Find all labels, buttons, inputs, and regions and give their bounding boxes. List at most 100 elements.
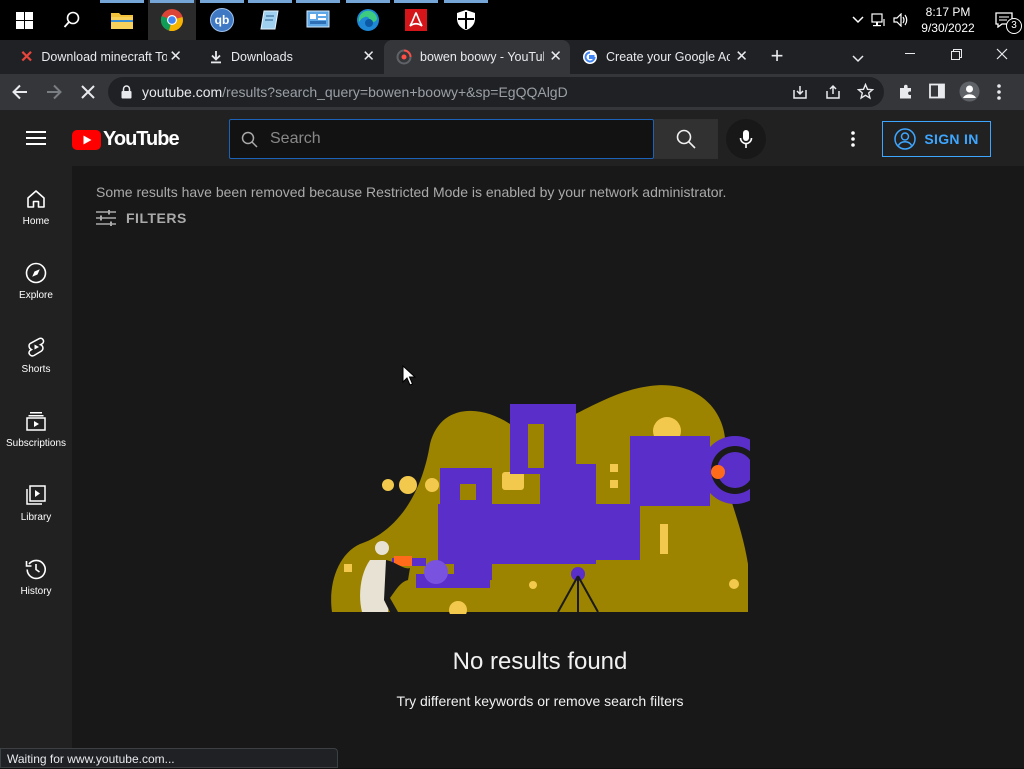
download-icon [211, 51, 221, 64]
taskbar-adobe-reader[interactable] [392, 0, 440, 40]
edge-icon [357, 9, 379, 31]
microphone-icon [739, 130, 753, 148]
show-hidden-icons-button[interactable] [848, 16, 868, 24]
search-icon [676, 129, 696, 149]
security-shield-icon [457, 10, 475, 30]
close-tab-icon[interactable]: ✕ [549, 49, 562, 65]
close-tab-icon[interactable]: ✕ [169, 49, 182, 65]
file-explorer-icon [111, 13, 133, 29]
close-icon [996, 48, 1008, 60]
forward-button[interactable] [44, 82, 64, 107]
guide-item-subscriptions[interactable]: Subscriptions [0, 396, 72, 470]
settings-menu-button[interactable] [850, 130, 856, 153]
guide-item-library[interactable]: Library [0, 470, 72, 544]
tab-google-account[interactable]: Create your Google Ac ✕ [570, 40, 756, 74]
browser-menu-button[interactable] [996, 83, 1002, 106]
close-tab-icon[interactable]: ✕ [362, 49, 375, 65]
browser-toolbar: youtube.com/results?search_query=bowen+b… [0, 74, 1024, 110]
youtube-play-logo-icon [72, 129, 101, 150]
restore-icon [950, 48, 962, 60]
guide-menu-button[interactable] [26, 130, 46, 151]
guide-item-history[interactable]: History [0, 544, 72, 618]
install-app-icon[interactable] [792, 84, 808, 100]
share-icon[interactable] [825, 84, 841, 100]
tab-title: Download minecraft To [41, 50, 168, 64]
taskbar-control-panel[interactable] [294, 0, 342, 40]
extensions-button[interactable] [897, 83, 915, 106]
guide-item-label: Home [22, 216, 50, 227]
chrome-icon [160, 9, 184, 32]
no-results-illustration [331, 385, 750, 614]
mini-guide: Home Explore Shorts Subscriptions Librar… [0, 166, 72, 768]
tab-search-button[interactable] [852, 50, 864, 68]
youtube-logo[interactable]: YouTube [72, 128, 180, 151]
start-button[interactable] [0, 0, 48, 40]
notification-count-badge: 3 [1006, 18, 1022, 34]
taskbar-notepad[interactable] [246, 0, 294, 40]
search-icon [63, 11, 80, 28]
history-icon [25, 559, 46, 580]
voice-search-button[interactable] [726, 119, 766, 159]
tab-title: Downloads [231, 50, 293, 64]
search-icon [241, 131, 258, 148]
close-window-button[interactable] [980, 40, 1024, 68]
taskbar-qbittorrent[interactable]: qb [198, 0, 246, 40]
taskbar-edge[interactable] [344, 0, 392, 40]
sign-in-button[interactable]: SIGN IN [882, 121, 991, 157]
search-input[interactable] [270, 128, 640, 150]
side-panel-icon [929, 83, 945, 99]
taskbar-chrome[interactable] [148, 0, 196, 40]
tab-youtube-current[interactable]: bowen boowy - YouTub ✕ [384, 40, 570, 74]
more-vertical-icon [851, 131, 855, 147]
windows-taskbar: qb 8:17 PM 9/30/2022 3 [0, 0, 1024, 40]
minimize-button[interactable] [888, 40, 932, 68]
home-icon [27, 190, 45, 208]
guide-item-label: Explore [19, 290, 53, 301]
tab-download-minecraft[interactable]: ✕ Download minecraft To ✕ [8, 40, 190, 74]
url-path: /results?search_query=bowen+boowy+&sp=Eg… [222, 84, 568, 100]
clock[interactable]: 8:17 PM 9/30/2022 [912, 4, 984, 36]
youtube-masthead: YouTube SIGN IN [0, 110, 1024, 166]
action-center-button[interactable]: 3 [984, 0, 1024, 40]
subscriptions-icon [26, 412, 46, 431]
guide-item-explore[interactable]: Explore [0, 248, 72, 322]
clock-time: 8:17 PM [925, 5, 971, 19]
guide-item-home[interactable]: Home [0, 174, 72, 248]
lock-icon [121, 85, 132, 99]
google-favicon-icon [583, 50, 597, 64]
clock-date: 9/30/2022 [921, 21, 975, 35]
search-box[interactable] [229, 119, 654, 159]
taskbar-file-explorer[interactable] [98, 0, 146, 40]
filters-label: FILTERS [126, 210, 187, 226]
url-text: youtube.com/results?search_query=bowen+b… [142, 84, 568, 100]
taskbar-security[interactable] [442, 0, 490, 40]
search-button[interactable] [654, 119, 718, 159]
more-vertical-icon [997, 84, 1001, 100]
stop-loading-button[interactable] [78, 82, 98, 107]
guide-item-label: Subscriptions [5, 438, 67, 449]
address-bar[interactable]: youtube.com/results?search_query=bowen+b… [108, 77, 884, 107]
shorts-icon [28, 337, 45, 357]
arrow-right-icon [47, 84, 62, 100]
volume-icon [893, 13, 908, 27]
x-favicon-icon: ✕ [20, 49, 34, 66]
taskbar-search-button[interactable] [48, 0, 96, 40]
youtube-logo-text: YouTube [103, 128, 180, 150]
side-panel-button[interactable] [929, 83, 945, 104]
system-tray: 8:17 PM 9/30/2022 3 [848, 0, 1024, 40]
close-tab-icon[interactable]: ✕ [735, 49, 748, 65]
profile-button[interactable] [959, 81, 980, 107]
hamburger-menu-icon [26, 131, 46, 145]
url-host: youtube.com [142, 84, 223, 100]
tab-downloads[interactable]: Downloads ✕ [197, 40, 383, 74]
browser-tab-strip: ✕ Download minecraft To ✕ Downloads ✕ bo… [0, 40, 1024, 105]
guide-item-shorts[interactable]: Shorts [0, 322, 72, 396]
new-tab-button[interactable]: + [764, 45, 790, 69]
sign-in-label: SIGN IN [924, 131, 979, 147]
restore-button[interactable] [934, 40, 978, 68]
filters-button[interactable]: FILTERS [96, 210, 187, 226]
bookmark-star-icon[interactable] [857, 83, 874, 100]
volume-button[interactable] [890, 13, 912, 27]
network-button[interactable] [868, 13, 890, 27]
back-button[interactable] [10, 82, 30, 107]
